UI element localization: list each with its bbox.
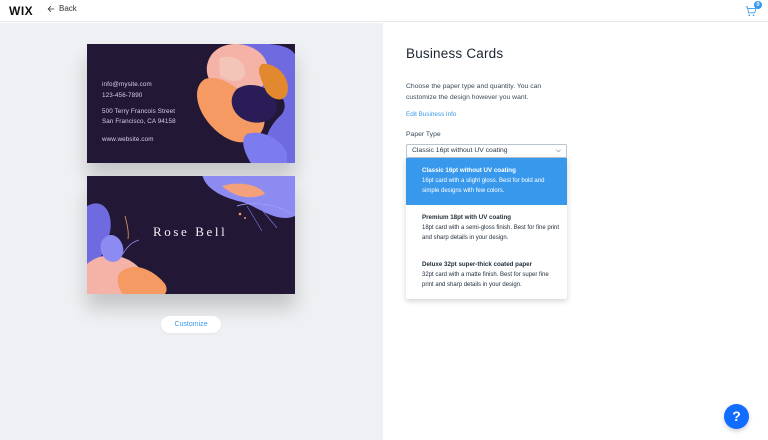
business-card-back: Rose Bell [87, 176, 295, 294]
card-address-line1: 500 Terry Francois Street [102, 108, 176, 115]
option-title: Classic 16pt without UV coating [422, 167, 516, 174]
card-website: www.website.com [102, 136, 154, 143]
card-email: info@mysite.com [102, 81, 152, 88]
cart-count-badge: 0 [754, 1, 762, 9]
paper-option-classic[interactable]: Classic 16pt without UV coating 16pt car… [406, 158, 567, 205]
page-title: Business Cards [406, 46, 504, 61]
edit-business-info-link[interactable]: Edit Business Info [406, 111, 456, 118]
business-card-front: info@mysite.com 123-456-7890 500 Terry F… [87, 44, 295, 163]
option-description: 32pt card with a matte finish. Best for … [422, 272, 549, 288]
arrow-left-icon [47, 5, 55, 12]
option-description: 18pt card with a semi-gloss finish. Best… [422, 225, 560, 241]
back-button[interactable]: Back [47, 4, 77, 13]
paper-option-deluxe[interactable]: Deluxe 32pt super-thick coated paper 32p… [406, 252, 567, 299]
card-front-artwork [197, 44, 295, 163]
wix-logo[interactable]: WIX [9, 4, 33, 18]
option-description: 16pt card with a slight gloss. Best for … [422, 178, 545, 194]
option-title: Premium 18pt with UV coating [422, 214, 512, 221]
paper-type-value: Classic 16pt without UV coating [412, 147, 508, 154]
paper-type-select[interactable]: Classic 16pt without UV coating [406, 144, 567, 158]
card-preview-panel: info@mysite.com 123-456-7890 500 Terry F… [0, 23, 383, 440]
card-phone: 123-456-7890 [102, 92, 143, 99]
product-options-panel: Business Cards Choose the paper type and… [384, 23, 768, 440]
option-title: Deluxe 32pt super-thick coated paper [422, 261, 533, 268]
help-button[interactable]: ? [724, 404, 749, 429]
cart-button[interactable]: 0 [745, 1, 762, 17]
chevron-down-icon [556, 149, 561, 153]
paper-option-premium[interactable]: Premium 18pt with UV coating 18pt card w… [406, 205, 567, 252]
customize-button[interactable]: Customize [161, 316, 221, 333]
back-label: Back [59, 4, 77, 13]
product-description: Choose the paper type and quantity. You … [406, 83, 542, 101]
paper-type-dropdown: Classic 16pt without UV coating 16pt car… [406, 158, 567, 299]
card-address-line2: San Francisco, CA 94158 [102, 118, 176, 125]
card-name: Rose Bell [153, 224, 228, 239]
top-bar: WIX Back 0 [0, 0, 768, 22]
paper-type-label: Paper Type [406, 131, 441, 138]
